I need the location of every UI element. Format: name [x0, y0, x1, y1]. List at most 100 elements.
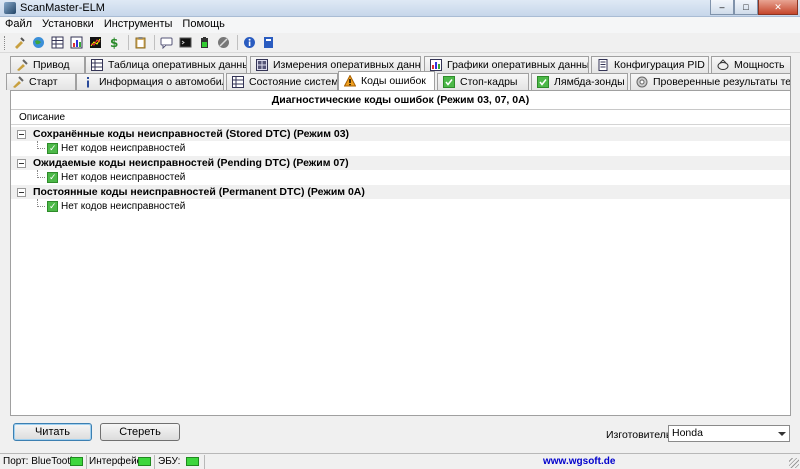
- title-bar: ScanMaster-ELM – □ ✕: [0, 0, 800, 17]
- website-link[interactable]: www.wgsoft.de: [543, 456, 615, 467]
- minimize-button[interactable]: –: [710, 0, 734, 15]
- check-icon: [47, 170, 58, 185]
- tab-drive[interactable]: Привод: [10, 56, 85, 73]
- toolbar-separator: [237, 35, 238, 50]
- list-item[interactable]: Нет кодов неисправностей: [11, 170, 790, 185]
- tab-power[interactable]: Мощность: [711, 56, 791, 73]
- connect-button[interactable]: [11, 34, 28, 51]
- freeze-frame-icon: [443, 76, 455, 88]
- manufacturer-select[interactable]: Honda: [668, 425, 790, 442]
- group-title: Постоянные коды неисправностей (Permanen…: [33, 186, 365, 198]
- maximize-button[interactable]: □: [734, 0, 758, 15]
- table-icon: [91, 59, 103, 71]
- globe-icon: [33, 37, 44, 48]
- chevron-down-icon: [778, 432, 786, 436]
- start-icon: [13, 76, 24, 88]
- ecu-led-icon: [186, 457, 199, 466]
- dollar-icon: $: [110, 36, 118, 49]
- collapse-icon[interactable]: [17, 159, 26, 168]
- interface-status: Интерфейс:: [89, 456, 145, 467]
- tab-test-results[interactable]: Проверенные результаты теста: [630, 73, 791, 90]
- tab-label: Стоп-кадры: [460, 76, 518, 88]
- tab-freeze-frames[interactable]: Стоп-кадры: [437, 73, 529, 90]
- tree-connector: [37, 141, 45, 149]
- tab-live-data-graphs[interactable]: Графики оперативных данных: [424, 56, 589, 73]
- collapse-icon[interactable]: [17, 130, 26, 139]
- item-text: Нет кодов неисправностей: [61, 201, 186, 212]
- connect-icon: [15, 37, 25, 49]
- group-title: Сохранённые коды неисправностей (Stored …: [33, 128, 350, 140]
- book-button[interactable]: [260, 34, 277, 51]
- dtc-panel: Диагностические коды ошибок (Режим 03, 0…: [10, 90, 791, 416]
- erase-button[interactable]: Стереть: [100, 423, 180, 441]
- table-button[interactable]: [49, 34, 66, 51]
- resize-grip[interactable]: [789, 458, 799, 468]
- graph-button[interactable]: [87, 34, 104, 51]
- item-text: Нет кодов неисправностей: [61, 172, 186, 183]
- status-divider: [204, 455, 205, 469]
- tree-connector: [37, 199, 45, 207]
- clipboard-icon: [135, 37, 146, 49]
- tab-error-codes[interactable]: Коды ошибок: [338, 71, 435, 90]
- chat-button[interactable]: [158, 34, 175, 51]
- power-icon: [717, 59, 729, 70]
- dtc-group-stored[interactable]: Сохранённые коды неисправностей (Stored …: [11, 127, 790, 141]
- app-icon: [4, 2, 16, 14]
- status-divider: [154, 455, 155, 469]
- check-icon: [47, 141, 58, 156]
- stop-button[interactable]: [215, 34, 232, 51]
- tab-pid-config[interactable]: Конфигурация PID: [591, 56, 709, 73]
- lambda-icon: [537, 76, 549, 88]
- collapse-icon[interactable]: [17, 188, 26, 197]
- toolbar-separator: [128, 35, 129, 50]
- tab-label: Старт: [29, 76, 58, 88]
- tab-start[interactable]: Старт: [6, 73, 76, 90]
- tab-label: Состояние системы: [249, 76, 338, 88]
- menu-settings[interactable]: Установки: [37, 17, 99, 33]
- window-title: ScanMaster-ELM: [20, 2, 105, 14]
- close-button[interactable]: ✕: [758, 0, 798, 15]
- menu-help[interactable]: Помощь: [177, 17, 230, 33]
- menu-bar: Файл Установки Инструменты Помощь: [0, 17, 800, 33]
- menu-tools[interactable]: Инструменты: [99, 17, 178, 33]
- check-icon: [47, 199, 58, 214]
- dtc-tree: Сохранённые коды неисправностей (Stored …: [11, 127, 790, 214]
- tab-system-status[interactable]: Состояние системы: [226, 73, 338, 90]
- ecu-status: ЭБУ:: [158, 456, 181, 467]
- read-button[interactable]: Читать: [13, 423, 92, 441]
- toolbar-grip[interactable]: [4, 35, 7, 50]
- clipboard-button[interactable]: [132, 34, 149, 51]
- list-item[interactable]: Нет кодов неисправностей: [11, 141, 790, 156]
- dollar-button[interactable]: $: [106, 34, 123, 51]
- list-item[interactable]: Нет кодов неисправностей: [11, 199, 790, 214]
- battery-button[interactable]: [196, 34, 213, 51]
- system-icon: [232, 76, 244, 88]
- status-divider: [86, 455, 87, 469]
- dtc-group-pending[interactable]: Ожидаемые коды неисправностей (Pending D…: [11, 156, 790, 170]
- terminal-icon: [179, 37, 192, 48]
- table-icon: [51, 36, 64, 49]
- book-icon: [264, 37, 273, 48]
- menu-file[interactable]: Файл: [0, 17, 37, 33]
- globe-button[interactable]: [30, 34, 47, 51]
- column-header-description[interactable]: Описание: [11, 110, 790, 125]
- tab-label: Таблица оперативных данных: [108, 59, 247, 71]
- tab-row-bottom: Старт Информация о автомобиле Состояние …: [0, 71, 800, 90]
- tab-label: Информация о автомобиле: [99, 76, 224, 88]
- tab-label: Привод: [33, 59, 70, 71]
- tab-vehicle-info[interactable]: Информация о автомобиле: [76, 73, 224, 90]
- chart-button[interactable]: [68, 34, 85, 51]
- tab-live-data-table[interactable]: Таблица оперативных данных: [85, 56, 247, 73]
- window-controls: – □ ✕: [710, 0, 798, 16]
- info-button[interactable]: [241, 34, 258, 51]
- tab-lambda-sensors[interactable]: Лямбда-зонды: [531, 73, 628, 90]
- tab-label: Коды ошибок: [361, 75, 426, 87]
- stop-icon: [218, 37, 229, 48]
- terminal-button[interactable]: [177, 34, 194, 51]
- svg-text:$: $: [110, 36, 118, 49]
- tab-label: Лямбда-зонды: [554, 76, 625, 88]
- dtc-group-permanent[interactable]: Постоянные коды неисправностей (Permanen…: [11, 185, 790, 199]
- port-status: Порт: BlueTooth: [3, 456, 76, 467]
- status-bar: Порт: BlueTooth Интерфейс: ЭБУ: www.wgso…: [0, 453, 800, 469]
- interface-led-icon: [138, 457, 151, 466]
